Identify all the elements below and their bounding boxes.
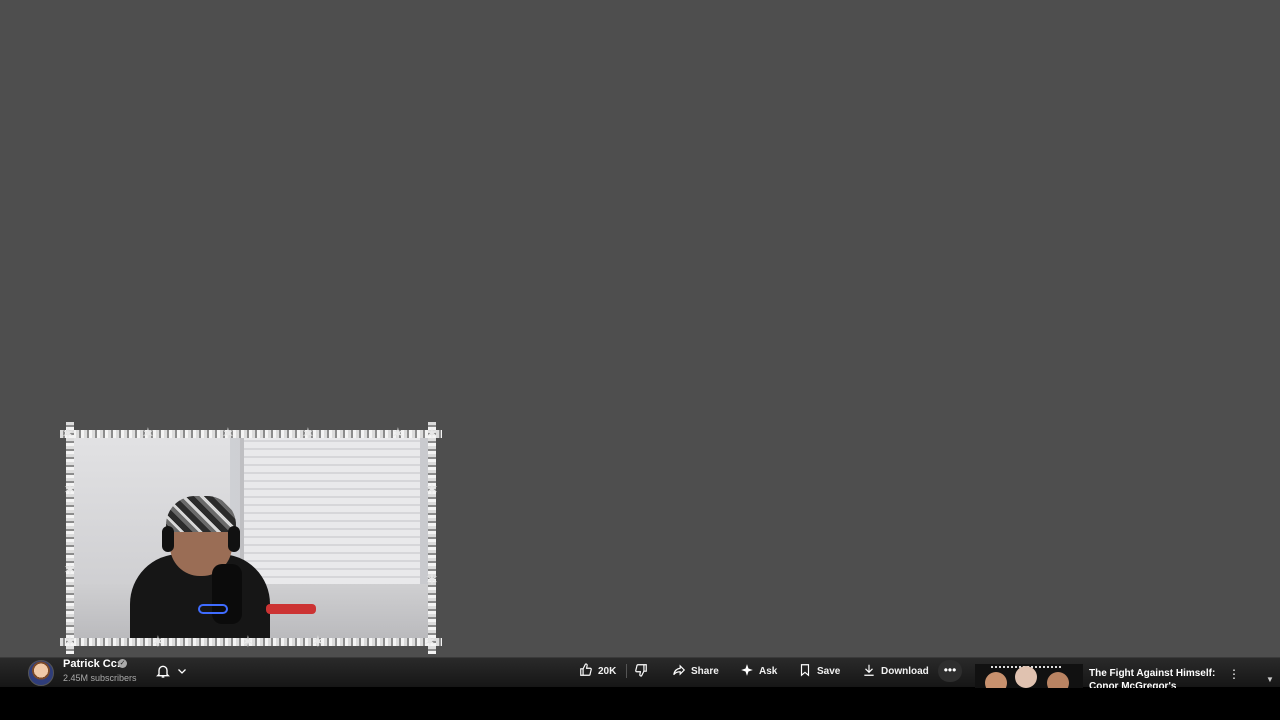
bookmark-icon <box>798 663 812 680</box>
barbed-wire-left <box>66 422 74 654</box>
bell-icon[interactable] <box>155 663 171 679</box>
download-label: Download <box>881 665 929 677</box>
barb-knot-icon: ✶ <box>423 632 437 651</box>
barb-knot-icon: ✶ <box>141 424 155 443</box>
barb-knot-icon: ✶ <box>151 632 165 651</box>
download-icon <box>862 663 876 680</box>
recommended-video-thumbnail[interactable] <box>975 664 1083 688</box>
headset-right <box>228 526 240 552</box>
barb-knot-icon: ✶ <box>63 632 77 651</box>
barb-knot-icon: ✶ <box>63 480 77 499</box>
sparkle-icon <box>740 663 754 680</box>
more-vertical-icon[interactable]: ⋮ <box>1228 667 1240 683</box>
thumbnail-face <box>985 672 1007 688</box>
webcam-overlay: ✶ ✶ ✶ ✶ ✶ ✶ ✶ ✶ ✶ ✶ ✶ ✶ ✶ ✶ ✶ <box>60 422 442 654</box>
save-button[interactable]: Save <box>798 658 840 684</box>
barb-knot-icon: ✶ <box>221 424 235 443</box>
barb-knot-icon: ✶ <box>425 424 439 443</box>
share-label: Share <box>691 665 719 677</box>
subscriber-count: 2.45M subscribers <box>63 673 137 683</box>
thumbnail-face <box>1047 672 1069 688</box>
chevron-down-icon[interactable] <box>176 664 188 678</box>
video-action-bar: Patrick Cc: ✓ 2.45M subscribers 20K Shar… <box>0 657 1280 688</box>
like-divider <box>626 664 627 678</box>
share-arrow-icon <box>672 663 686 680</box>
webcam-feed <box>70 434 432 644</box>
thumbs-down-icon <box>634 663 648 680</box>
thumbnail-face <box>1015 666 1037 688</box>
barb-knot-icon: ✶ <box>311 632 325 651</box>
barbed-wire-top <box>60 430 442 438</box>
scroll-down-arrow-icon[interactable]: ▼ <box>1264 675 1276 685</box>
ask-button[interactable]: Ask <box>740 658 777 684</box>
recommended-video-title[interactable]: The Fight Against Himself: Conor McGrego… <box>1089 667 1219 688</box>
thumbs-up-icon <box>579 662 593 680</box>
headset-left <box>162 526 174 552</box>
barb-knot-icon: ✶ <box>391 424 405 443</box>
barb-knot-icon: ✶ <box>61 424 75 443</box>
video-player[interactable]: ✶ ✶ ✶ ✶ ✶ ✶ ✶ ✶ ✶ ✶ ✶ ✶ ✶ ✶ ✶ <box>0 0 1280 657</box>
ask-label: Ask <box>759 665 778 677</box>
phone-glow <box>198 604 228 614</box>
webcam-window-blinds <box>240 434 420 594</box>
like-button[interactable]: 20K <box>579 658 616 684</box>
verified-badge-icon: ✓ <box>118 659 127 668</box>
more-actions-button[interactable]: ••• <box>938 660 962 682</box>
barb-knot-icon: ✶ <box>425 570 439 589</box>
barb-knot-icon: ✶ <box>63 560 77 579</box>
save-label: Save <box>817 665 841 677</box>
download-button[interactable]: Download <box>862 658 929 684</box>
barbed-wire-right <box>428 422 436 654</box>
dislike-button[interactable] <box>634 658 648 684</box>
barb-knot-icon: ✶ <box>241 632 255 651</box>
microphone <box>212 564 242 624</box>
like-count: 20K <box>598 665 617 677</box>
share-button[interactable]: Share <box>672 658 719 684</box>
barb-knot-icon: ✶ <box>425 480 439 499</box>
toy-figure <box>266 604 316 614</box>
barb-knot-icon: ✶ <box>301 424 315 443</box>
channel-name[interactable]: Patrick Cc: <box>63 658 120 670</box>
channel-avatar[interactable] <box>28 660 54 686</box>
